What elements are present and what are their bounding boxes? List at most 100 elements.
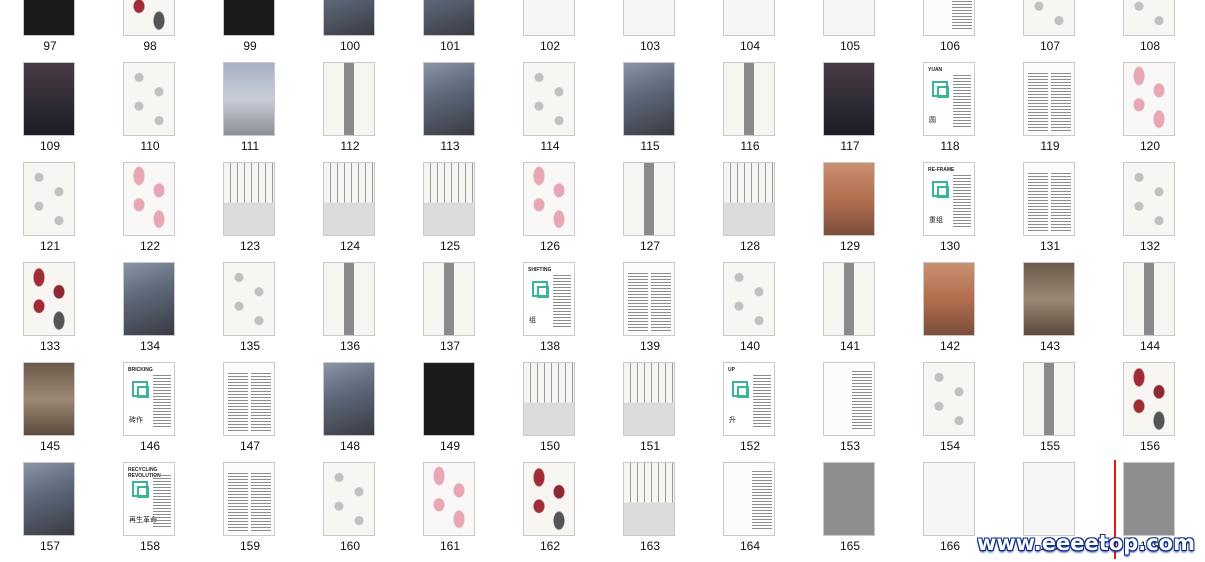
page-thumbnail-image[interactable] [323,362,375,436]
page-thumbnail[interactable]: 154 [900,362,1000,462]
page-thumbnail[interactable]: 104 [700,0,800,62]
page-thumbnail[interactable]: 134 [100,262,200,362]
page-thumbnail-image[interactable] [323,162,375,236]
page-thumbnail-image[interactable] [623,162,675,236]
page-thumbnail-image[interactable] [723,162,775,236]
page-thumbnail-image[interactable] [623,62,675,136]
page-thumbnail-image[interactable] [23,162,75,236]
page-thumbnail[interactable]: RECYCLING REVOLUTION 再生革命 158 [100,462,200,562]
page-thumbnail-image[interactable] [1023,162,1075,236]
page-thumbnail[interactable]: 99 [200,0,300,62]
page-thumbnail[interactable]: 128 [700,162,800,262]
page-thumbnail-image[interactable] [1023,462,1075,536]
page-thumbnail[interactable]: 157 [0,462,100,562]
page-thumbnail[interactable]: 142 [900,262,1000,362]
page-thumbnail-image[interactable]: UP 升 [723,362,775,436]
page-thumbnail[interactable]: 113 [400,62,500,162]
page-thumbnail[interactable]: 97 [0,0,100,62]
page-thumbnail[interactable]: 108 [1100,0,1200,62]
page-thumbnail[interactable]: 156 [1100,362,1200,462]
page-thumbnail-image[interactable] [823,62,875,136]
page-thumbnail-image[interactable] [1123,62,1175,136]
page-thumbnail[interactable]: 123 [200,162,300,262]
page-thumbnail[interactable]: BRICKING 砖作 146 [100,362,200,462]
page-thumbnail-image[interactable] [823,362,875,436]
page-thumbnail-image[interactable] [423,262,475,336]
page-thumbnail-image[interactable] [823,162,875,236]
page-thumbnail[interactable]: UP 升 152 [700,362,800,462]
page-thumbnail[interactable]: 98 [100,0,200,62]
page-thumbnail[interactable]: 141 [800,262,900,362]
page-thumbnail-image[interactable] [423,0,475,36]
page-thumbnail[interactable]: 150 [500,362,600,462]
page-thumbnail[interactable]: 151 [600,362,700,462]
page-thumbnail-image[interactable] [1123,0,1175,36]
page-thumbnail-image[interactable] [723,262,775,336]
page-thumbnail[interactable]: 153 [800,362,900,462]
page-thumbnail-image[interactable] [423,462,475,536]
page-thumbnail[interactable]: 163 [600,462,700,562]
page-thumbnail[interactable]: 133 [0,262,100,362]
page-thumbnail-image[interactable] [1123,462,1175,536]
page-thumbnail[interactable]: 160 [300,462,400,562]
page-thumbnail[interactable]: 129 [800,162,900,262]
page-thumbnail[interactable]: 117 [800,62,900,162]
page-thumbnail-image[interactable]: SHIFTING 组 [523,262,575,336]
page-thumbnail[interactable]: 126 [500,162,600,262]
page-thumbnail[interactable]: 116 [700,62,800,162]
page-thumbnail-image[interactable] [523,0,575,36]
page-thumbnail[interactable]: 132 [1100,162,1200,262]
page-thumbnail-image[interactable] [23,362,75,436]
page-thumbnail-image[interactable] [623,0,675,36]
page-thumbnail-image[interactable] [423,62,475,136]
page-thumbnail-image[interactable] [1023,62,1075,136]
page-thumbnail[interactable]: 103 [600,0,700,62]
page-thumbnail[interactable]: 137 [400,262,500,362]
page-thumbnail-image[interactable] [223,262,275,336]
page-thumbnail[interactable]: 147 [200,362,300,462]
page-thumbnail-image[interactable] [223,162,275,236]
page-thumbnail-image[interactable] [223,462,275,536]
page-thumbnail[interactable]: 122 [100,162,200,262]
page-thumbnail-image[interactable]: YUAN 圆 [923,62,975,136]
page-thumbnail-image[interactable] [523,62,575,136]
page-thumbnail[interactable]: 114 [500,62,600,162]
page-thumbnail-image[interactable] [623,462,675,536]
page-thumbnail[interactable]: RE-FRAME 重组 130 [900,162,1000,262]
page-thumbnail-image[interactable] [1123,262,1175,336]
page-thumbnail-image[interactable] [123,262,175,336]
page-thumbnail-image[interactable] [723,462,775,536]
page-thumbnail[interactable]: 127 [600,162,700,262]
page-thumbnail[interactable]: 112 [300,62,400,162]
page-thumbnail[interactable]: 102 [500,0,600,62]
page-thumbnail-image[interactable] [123,62,175,136]
page-thumbnail-image[interactable] [623,362,675,436]
page-thumbnail-image[interactable] [423,162,475,236]
page-thumbnail-image[interactable]: 地面再生 [923,0,975,36]
page-thumbnail[interactable]: 100 [300,0,400,62]
page-thumbnail-image[interactable] [1123,362,1175,436]
page-thumbnail[interactable]: 109 [0,62,100,162]
page-thumbnail-image[interactable]: BRICKING 砖作 [123,362,175,436]
page-thumbnail-image[interactable] [823,0,875,36]
page-thumbnail[interactable]: 125 [400,162,500,262]
page-thumbnail[interactable]: 135 [200,262,300,362]
page-thumbnail[interactable]: 149 [400,362,500,462]
page-thumbnail-image[interactable] [523,362,575,436]
page-thumbnail[interactable]: 131 [1000,162,1100,262]
page-thumbnail[interactable]: 101 [400,0,500,62]
page-thumbnail[interactable]: 161 [400,462,500,562]
page-thumbnail-image[interactable] [223,362,275,436]
page-thumbnail-image[interactable] [823,262,875,336]
page-thumbnail[interactable]: 162 [500,462,600,562]
page-thumbnail[interactable]: 155 [1000,362,1100,462]
page-thumbnail[interactable]: 107 [1000,0,1100,62]
page-thumbnail-image[interactable] [623,262,675,336]
page-thumbnail-image[interactable]: RE-FRAME 重组 [923,162,975,236]
page-thumbnail-image[interactable] [523,162,575,236]
page-thumbnail[interactable]: 165 [800,462,900,562]
page-thumbnail[interactable]: 136 [300,262,400,362]
page-thumbnail-image[interactable] [123,162,175,236]
page-thumbnail[interactable]: 139 [600,262,700,362]
page-thumbnail[interactable]: SHIFTING 组 138 [500,262,600,362]
